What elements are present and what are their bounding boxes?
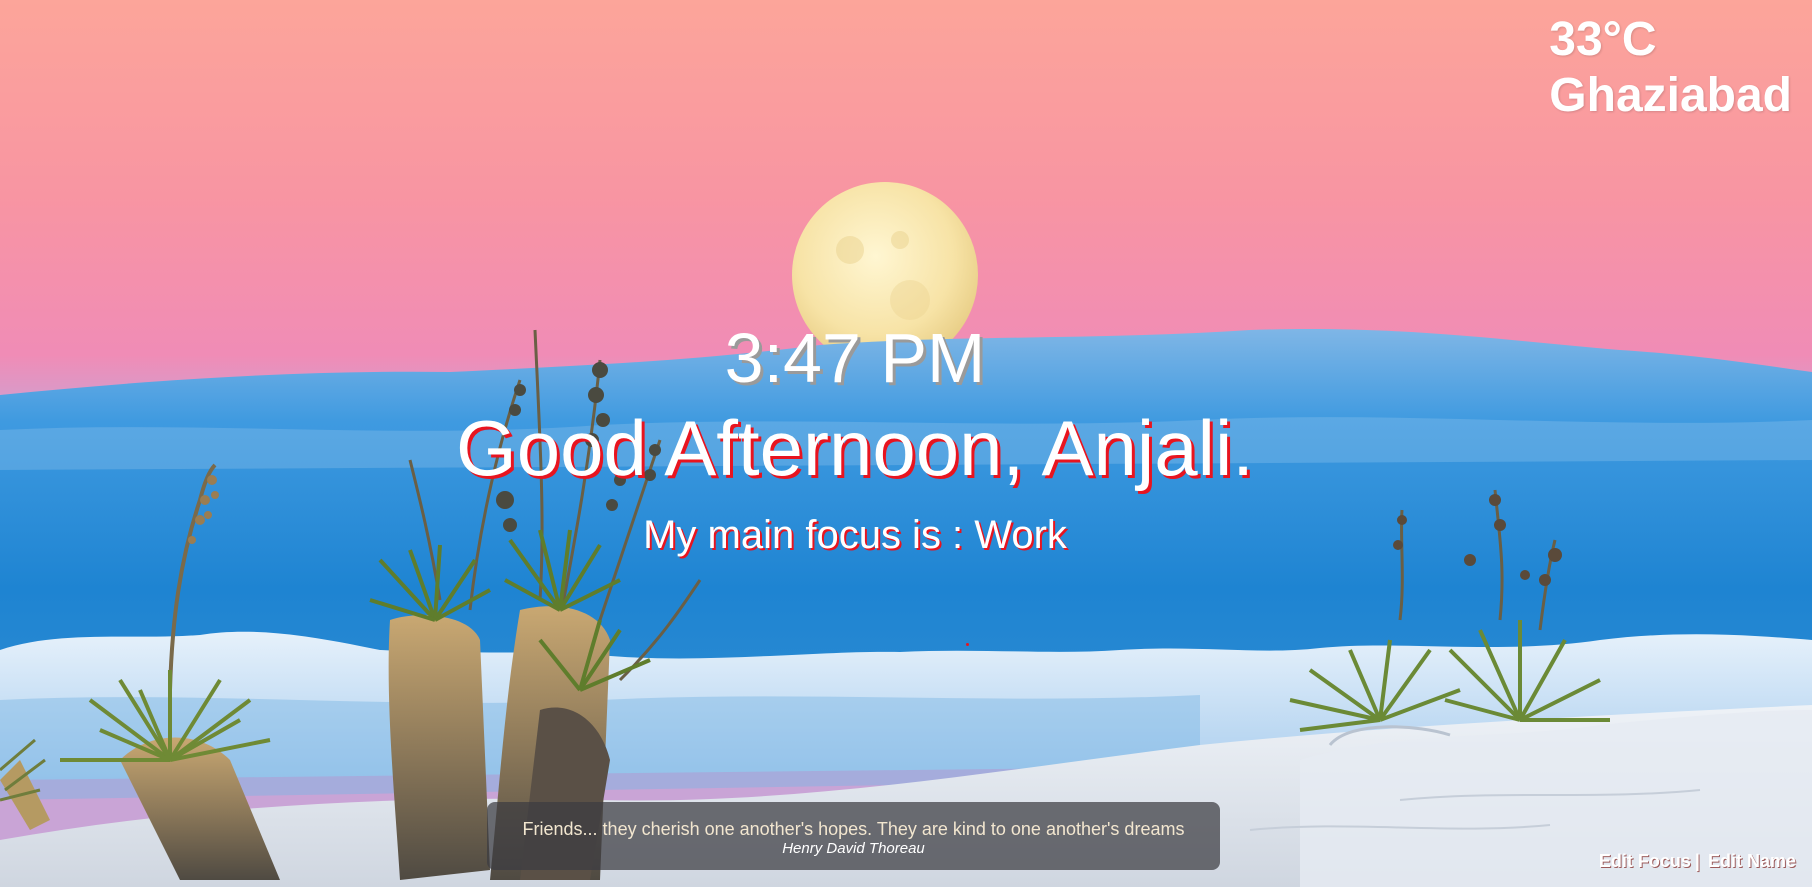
link-separator: |	[1694, 851, 1700, 871]
edit-name-link[interactable]: Edit Name	[1708, 851, 1796, 871]
weather-widget: 33°C Ghaziabad	[1549, 12, 1792, 124]
main-focus-text: My main focus is : Work	[643, 513, 1067, 557]
bottom-links: Edit Focus | Edit Name	[1599, 850, 1796, 872]
cursor-dot	[966, 643, 969, 646]
greeting-text: Good Afternoon, Anjali.	[456, 404, 1254, 492]
clock-time: 3:47 PM	[724, 319, 986, 397]
edit-focus-link[interactable]: Edit Focus	[1599, 851, 1691, 871]
quote-box: Friends... they cherish one another's ho…	[487, 802, 1220, 870]
quote-text: Friends... they cherish one another's ho…	[522, 819, 1185, 839]
city-name: Ghaziabad	[1549, 69, 1792, 122]
temperature-value: 33°C	[1549, 13, 1657, 66]
quote-author: Henry David Thoreau	[782, 840, 925, 857]
